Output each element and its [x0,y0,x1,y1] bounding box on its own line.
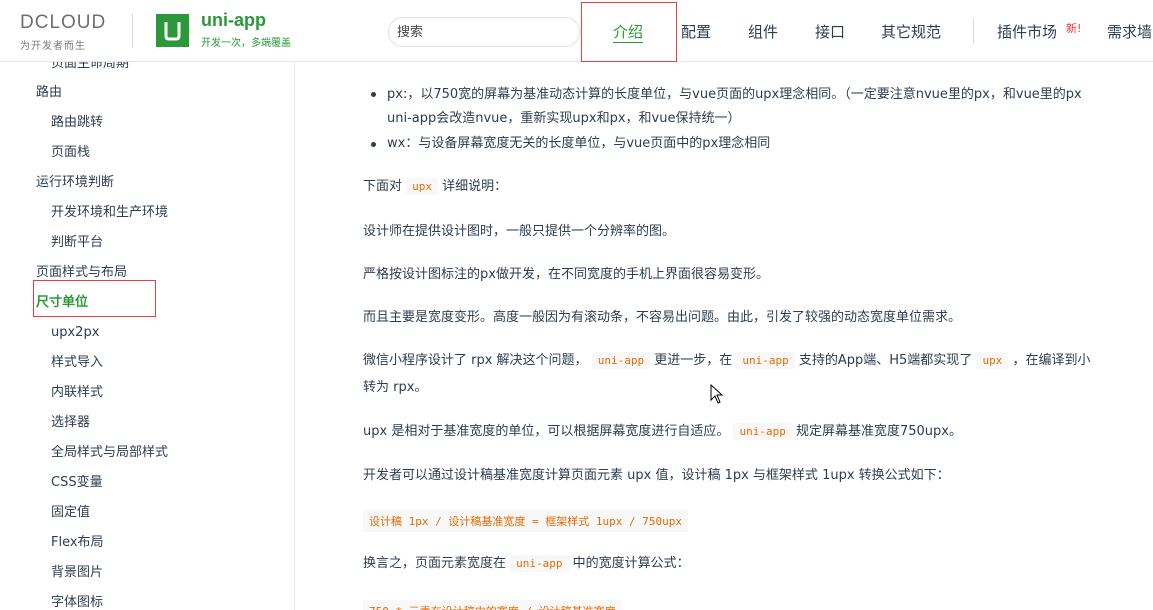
paragraph: 严格按设计图标注的px做开发，在不同宽度的手机上界面很容易变形。 [363,267,769,282]
sidebar-item[interactable]: CSS变量 [51,475,103,491]
sidebar-item[interactable]: 路由跳转 [51,115,103,131]
list-item-px-cont: uni-app会改造nvue，重新实现upx和px，和vue保持统一） [387,111,741,126]
sidebar-item[interactable]: Flex布局 [51,535,104,551]
inline-code: uni-app [591,352,651,369]
sidebar-item[interactable]: 判断平台 [51,235,103,251]
sidebar-item[interactable]: 选择器 [51,415,90,431]
header-divider [132,14,133,48]
sidebar-item[interactable]: 内联样式 [51,385,103,401]
dcloud-logo-text: DCLOUD [20,12,107,33]
inline-code: uni-app [736,352,795,369]
text: 规定屏幕基准宽度750upx。 [795,424,962,439]
search-box[interactable] [388,17,580,47]
sidebar-item[interactable]: 固定值 [51,505,90,521]
paragraph: 开发者可以通过设计稿基准宽度计算页面元素 upx 值，设计稿 1px 与框架样式… [363,468,950,483]
formula-code: 750 * 元素在设计稿中的宽度 / 设计稿基准宽度 [363,600,622,610]
nav-divider [973,18,974,44]
sidebar-item[interactable]: 背景图片 [51,565,103,581]
inline-code: upx [406,178,439,195]
sidebar: 页面生命周期 路由 路由跳转 页面栈 运行环境判断 开发环境和生产环境 判断平台… [0,62,295,610]
sidebar-item[interactable]: 页面栈 [51,145,90,161]
sidebar-item[interactable]: 字体图标 [51,595,103,610]
text: 更进一步，在 [654,353,733,368]
list-bullet [371,142,376,147]
paragraph-cont: 转为 rpx。 [363,380,428,395]
sidebar-item[interactable]: 样式导入 [51,355,103,371]
sidebar-item[interactable]: 开发环境和生产环境 [51,205,168,221]
new-badge: 新! [1066,22,1082,35]
highlight-box-sidebar [33,280,156,317]
text: ，在编译到小 [1012,353,1091,368]
uniapp-logo-icon[interactable] [156,14,189,47]
paragraph: 而且主要是宽度变形。高度一般因为有滚动条，不容易出问题。由此，引发了较强的动态宽… [363,310,962,325]
nav-item-other-specs[interactable]: 其它规范 [881,21,941,42]
formula-code: 设计稿 1px / 设计稿基准宽度 = 框架样式 1upx / 750upx [363,510,688,532]
nav-item-config[interactable]: 配置 [681,21,711,42]
nav-item-plugin-market[interactable]: 插件市场 [997,21,1057,42]
nav-item-components[interactable]: 组件 [748,21,778,42]
nav-item-requests[interactable]: 需求墙 [1107,21,1152,42]
mouse-cursor-icon [710,384,724,404]
inline-code: upx [976,352,1009,369]
sidebar-item[interactable]: 路由 [36,85,62,101]
text: 换言之，页面元素宽度在 [363,556,507,571]
paragraph: 换言之，页面元素宽度在 uni-app 中的宽度计算公式： [363,555,690,573]
paragraph: 设计师在提供设计图时，一般只提供一个分辨率的图。 [363,224,676,239]
text: 详细说明： [442,179,508,194]
paragraph: 下面对 upx 详细说明： [363,178,507,196]
text: 微信小程序设计了 rpx 解决这个问题， [363,353,588,368]
top-header: DCLOUD 为开发者而生 uni-app 开发一次，多端覆盖 介绍 配置 组件… [0,0,1153,62]
list-bullet [371,92,376,97]
sidebar-item[interactable]: 全局样式与局部样式 [51,445,168,461]
text: 下面对 [363,179,403,194]
sidebar-item[interactable]: 页面样式与布局 [36,265,127,281]
nav-item-api[interactable]: 接口 [815,21,845,42]
text: upx 是相对于基准宽度的单位，可以根据屏幕宽度进行自适应。 [363,424,730,439]
dcloud-logo[interactable]: DCLOUD 为开发者而生 [20,12,120,52]
list-item-wx: wx：与设备屏幕宽度无关的长度单位，与vue页面中的px理念相同 [387,136,771,151]
uniapp-title[interactable]: uni-app [201,10,266,31]
inline-code: uni-app [510,555,569,572]
list-item-px: px:，以750宽的屏幕为基准动态计算的长度单位，与vue页面的upx理念相同。… [387,87,1082,102]
sidebar-item[interactable]: 运行环境判断 [36,175,114,191]
sidebar-item[interactable]: 页面生命周期 [51,62,129,72]
paragraph: 微信小程序设计了 rpx 解决这个问题， uni-app 更进一步，在 uni-… [363,352,1090,370]
sidebar-item[interactable]: upx2px [51,325,99,341]
highlight-box-nav [581,2,677,62]
main-content: px:，以750宽的屏幕为基准动态计算的长度单位，与vue页面的upx理念相同。… [296,62,1153,610]
dcloud-tagline: 为开发者而生 [20,41,86,52]
inline-code: uni-app [733,423,792,440]
search-input[interactable] [389,18,579,46]
text: 支持的App端、H5端都实现了 [798,353,973,368]
uniapp-tagline: 开发一次，多端覆盖 [201,38,291,49]
text: 中的宽度计算公式： [572,556,690,571]
paragraph: upx 是相对于基准宽度的单位，可以根据屏幕宽度进行自适应。 uni-app 规… [363,423,962,441]
